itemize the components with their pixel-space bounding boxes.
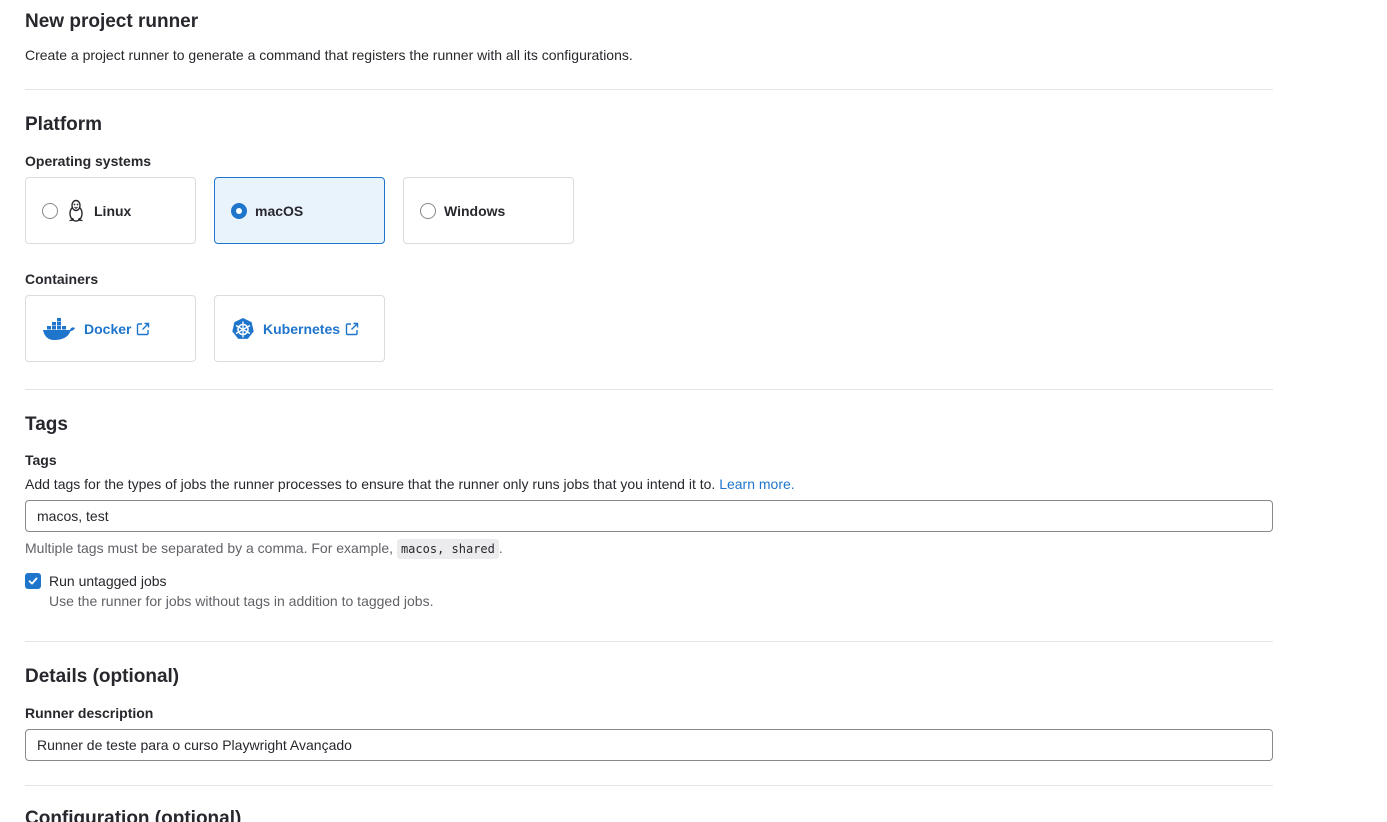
os-label: Operating systems — [25, 153, 152, 169]
tags-hint-text: Multiple tags must be separated by a com… — [25, 540, 394, 556]
page-title: New project runner — [25, 11, 199, 32]
tags-help: Add tags for the types of jobs the runne… — [25, 475, 795, 493]
divider — [25, 641, 1273, 642]
os-option-macos[interactable]: macOS — [214, 177, 385, 244]
windows-radio[interactable] — [420, 202, 436, 219]
divider — [25, 785, 1273, 786]
container-docker[interactable]: Docker — [25, 295, 196, 362]
run-untagged-help: Use the runner for jobs without tags in … — [49, 593, 434, 609]
new-runner-page: New project runner Create a project runn… — [0, 0, 1387, 822]
os-option-linux[interactable]: Linux — [25, 177, 196, 244]
macos-label: macOS — [255, 202, 304, 219]
tags-help-text: Add tags for the types of jobs the runne… — [25, 476, 716, 492]
docker-icon — [42, 317, 76, 341]
runner-description-input[interactable] — [25, 729, 1273, 761]
details-section-title: Details (optional) — [25, 666, 180, 687]
check-icon — [28, 577, 38, 585]
tags-hint-suffix: . — [498, 540, 503, 556]
tags-section-title: Tags — [25, 414, 68, 435]
docker-link[interactable]: Docker — [84, 321, 131, 337]
configuration-section-title: Configuration (optional) — [25, 808, 242, 822]
tags-hint-example: macos, shared — [396, 539, 499, 559]
linux-penguin-icon — [66, 199, 86, 223]
tags-field-label: Tags — [25, 452, 57, 468]
run-untagged-label[interactable]: Run untagged jobs — [49, 572, 167, 590]
tags-hint: Multiple tags must be separated by a com… — [25, 539, 503, 559]
divider — [25, 89, 1273, 90]
linux-label: Linux — [94, 202, 132, 219]
container-kubernetes[interactable]: Kubernetes — [214, 295, 385, 362]
run-untagged-checkbox[interactable] — [25, 573, 41, 589]
os-option-windows[interactable]: Windows — [403, 177, 574, 244]
external-link-icon — [136, 322, 150, 336]
runner-description-label: Runner description — [25, 705, 154, 721]
tags-input[interactable] — [25, 500, 1273, 532]
platform-section-title: Platform — [25, 114, 103, 135]
kubernetes-icon — [231, 317, 255, 341]
containers-label: Containers — [25, 271, 99, 287]
learn-more-link[interactable]: Learn more. — [719, 476, 794, 492]
page-description: Create a project runner to generate a co… — [25, 47, 633, 63]
windows-label: Windows — [444, 202, 506, 219]
linux-radio[interactable] — [42, 202, 58, 219]
kubernetes-link[interactable]: Kubernetes — [263, 321, 340, 337]
external-link-icon — [345, 322, 359, 336]
macos-radio[interactable] — [231, 202, 247, 219]
divider — [25, 389, 1273, 390]
